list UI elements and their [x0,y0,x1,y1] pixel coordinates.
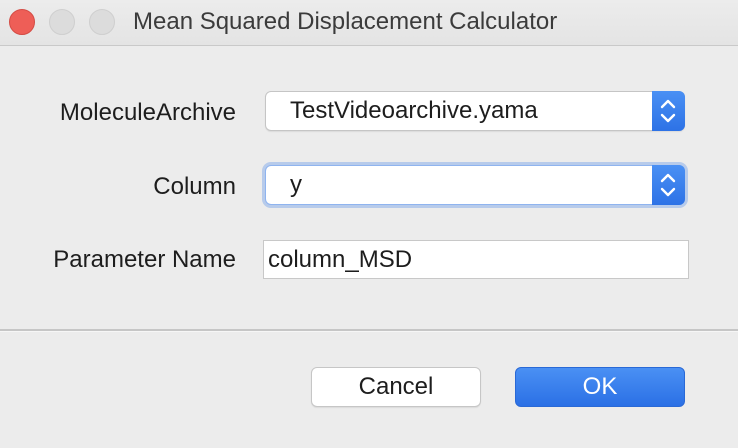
up-down-chevron-icon[interactable] [652,91,685,131]
close-window-button[interactable] [9,9,35,35]
cancel-button[interactable]: Cancel [311,367,481,407]
parameter-name-label: Parameter Name [53,246,236,273]
archive-select[interactable]: TestVideoarchive.yama [265,91,685,131]
up-down-chevron-icon[interactable] [652,165,685,205]
title-bar: Mean Squared Displacement Calculator [0,0,738,46]
column-select[interactable]: y [265,165,685,205]
parameter-name-input[interactable] [263,240,689,279]
minimize-window-button[interactable] [49,9,75,35]
archive-select-value: TestVideoarchive.yama [290,97,538,124]
column-select-value: y [290,171,302,198]
divider [0,329,738,332]
dialog-window: Mean Squared Displacement Calculator Mol… [0,0,738,448]
archive-label: MoleculeArchive [59,99,236,126]
ok-button[interactable]: OK [515,367,685,407]
zoom-window-button[interactable] [89,9,115,35]
window-title: Mean Squared Displacement Calculator [133,8,558,35]
column-label: Column [153,173,236,200]
